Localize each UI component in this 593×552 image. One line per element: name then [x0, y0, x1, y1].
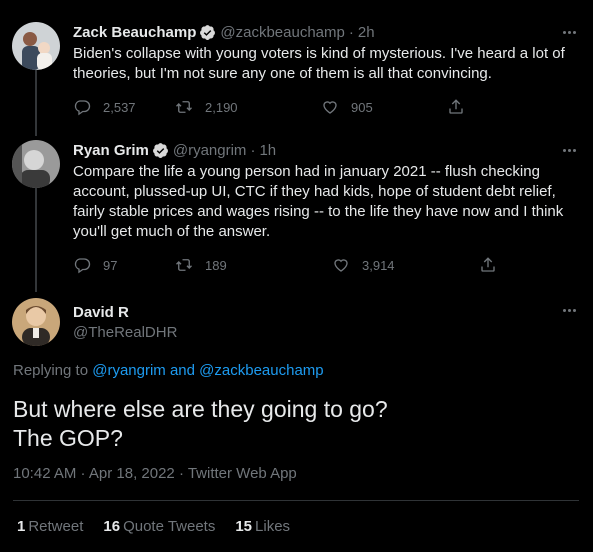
likes-stat[interactable]: 15 Likes: [235, 518, 290, 535]
retweet-button[interactable]: 2,190: [175, 97, 321, 117]
tweet-time[interactable]: 1h: [259, 142, 276, 159]
share-button[interactable]: [479, 255, 497, 275]
quotes-count: 16: [103, 518, 121, 535]
separator-dot: ·: [250, 141, 256, 159]
main-tweet-line: The GOP?: [13, 425, 123, 451]
author-name[interactable]: Zack Beauchamp: [73, 24, 196, 41]
tweet-handle-row: @TheRealDHR: [73, 322, 177, 342]
retweet-count: 189: [205, 257, 227, 273]
retweets-stat[interactable]: 1 Retweet: [17, 518, 83, 535]
tweet-timestamp[interactable]: 10:42 AM · Apr 18, 2022 · Twitter Web Ap…: [13, 465, 297, 482]
separator-dot: ·: [348, 23, 354, 41]
reply-button[interactable]: 97: [73, 255, 175, 275]
reply-mention-zackbeauchamp[interactable]: @zackbeauchamp: [199, 362, 323, 379]
retweet-icon: [176, 101, 192, 113]
more-options-icon[interactable]: [559, 22, 579, 42]
reply-icon: [74, 258, 91, 274]
avatar[interactable]: [12, 298, 60, 346]
tweet-time[interactable]: 2h: [358, 24, 375, 41]
share-icon: [449, 99, 463, 114]
reply-mention-ryangrim[interactable]: @ryangrim: [92, 362, 166, 379]
avatar[interactable]: [12, 22, 60, 70]
tweet-text: Biden's collapse with young voters is ki…: [73, 45, 565, 82]
quote-tweets-stat[interactable]: 16 Quote Tweets: [103, 518, 215, 535]
main-tweet-line: But where else are they going to go?: [13, 396, 388, 422]
tweet-actions: 97 189 3,914: [73, 255, 503, 275]
verified-icon: [152, 142, 168, 158]
more-options-icon[interactable]: [559, 300, 579, 320]
likes-label: Likes: [255, 518, 291, 535]
verified-icon: [200, 24, 216, 40]
tweet-header: Zack Beauchamp @zackbeauchamp · 2h: [73, 22, 375, 42]
tweet-header: Ryan Grim @ryangrim · 1h: [73, 140, 276, 160]
reply-count: 2,537: [103, 99, 136, 115]
quotes-label: Quote Tweets: [123, 518, 216, 535]
replying-prefix: Replying to: [13, 362, 89, 379]
share-button[interactable]: [447, 97, 465, 117]
tweet-header: David R: [73, 302, 129, 322]
reply-button[interactable]: 2,537: [73, 97, 175, 117]
reply-icon: [74, 100, 91, 116]
retweets-label: Retweet: [28, 518, 84, 535]
replying-to: Replying to @ryangrim and @zackbeauchamp: [13, 362, 324, 379]
author-name[interactable]: Ryan Grim: [73, 142, 149, 159]
tweet-zack-beauchamp[interactable]: Zack Beauchamp @zackbeauchamp · 2h Biden…: [0, 22, 593, 127]
retweet-count: 2,190: [205, 99, 238, 115]
heart-icon: [323, 101, 337, 114]
likes-count: 15: [235, 518, 253, 535]
author-handle[interactable]: @zackbeauchamp: [220, 24, 344, 41]
author-handle[interactable]: @ryangrim: [173, 142, 247, 159]
retweet-button[interactable]: 189: [175, 255, 332, 275]
reply-mention-and[interactable]: and: [170, 362, 195, 379]
heart-icon: [334, 259, 348, 272]
like-count: 3,914: [362, 257, 395, 273]
retweet-icon: [176, 259, 192, 271]
like-button[interactable]: 3,914: [332, 255, 479, 275]
avatar[interactable]: [12, 140, 60, 188]
share-icon: [481, 257, 495, 272]
like-count: 905: [351, 99, 373, 115]
main-tweet-text: But where else are they going to go? The…: [13, 395, 573, 453]
author-name[interactable]: David R: [73, 304, 129, 321]
more-options-icon[interactable]: [559, 140, 579, 160]
divider: [13, 500, 579, 501]
tweet-stats: 1 Retweet 16 Quote Tweets 15 Likes: [17, 518, 290, 535]
tweet-text: Compare the life a young person had in j…: [73, 163, 564, 240]
tweet-ryan-grim[interactable]: Ryan Grim @ryangrim · 1h Compare the lif…: [0, 140, 593, 280]
author-handle[interactable]: @TheRealDHR: [73, 324, 177, 341]
like-button[interactable]: 905: [321, 97, 447, 117]
reply-count: 97: [103, 257, 118, 273]
retweets-count: 1: [17, 518, 26, 535]
tweet-actions: 2,537 2,190 905: [73, 97, 503, 117]
main-tweet: David R @TheRealDHR: [0, 298, 593, 348]
